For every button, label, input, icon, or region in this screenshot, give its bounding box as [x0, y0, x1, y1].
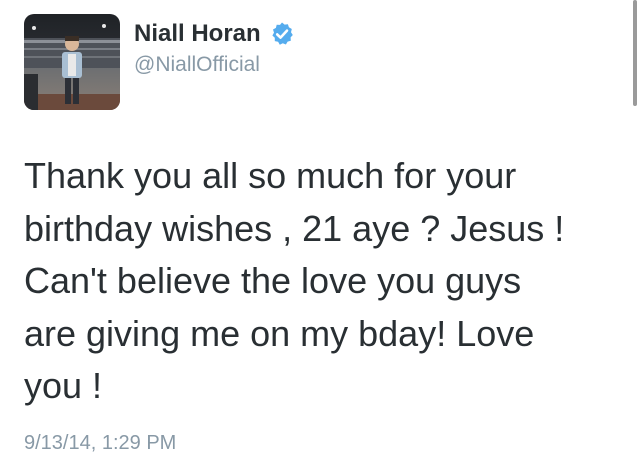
user-handle[interactable]: @NiallOfficial: [134, 52, 295, 78]
tweet-text: Thank you all so much for your birthday …: [24, 155, 565, 406]
display-name[interactable]: Niall Horan: [134, 20, 261, 48]
tweet-card: Niall Horan @NiallOfficial Thank you all…: [0, 0, 640, 475]
scrollbar[interactable]: [633, 0, 637, 106]
user-names: Niall Horan @NiallOfficial: [134, 20, 295, 78]
tweet-header: Niall Horan @NiallOfficial: [24, 14, 295, 110]
avatar[interactable]: [24, 14, 120, 110]
verified-badge-icon: [269, 21, 295, 47]
avatar-image: [24, 14, 120, 110]
tweet-timestamp[interactable]: 9/13/14, 1:29 PM: [24, 432, 176, 455]
name-row: Niall Horan: [134, 20, 295, 48]
